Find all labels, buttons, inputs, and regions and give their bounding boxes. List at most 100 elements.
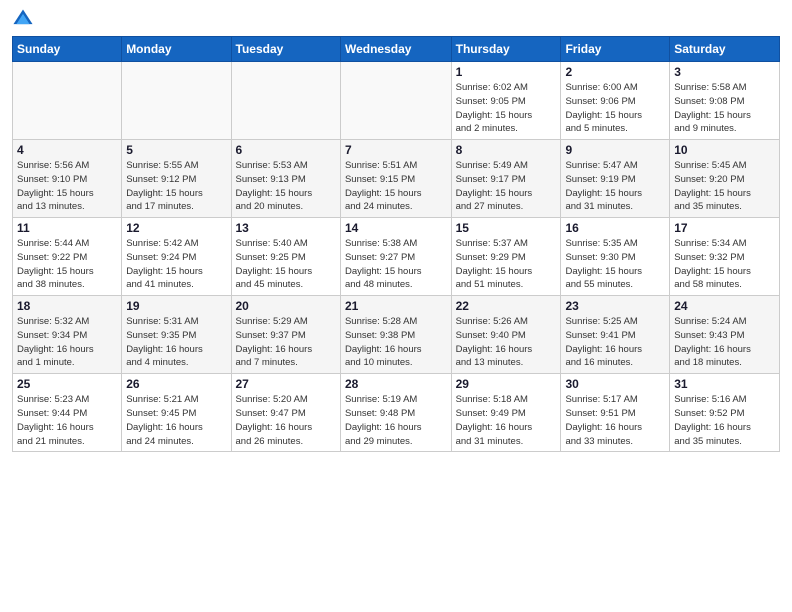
calendar-cell (340, 62, 451, 140)
page-container: SundayMondayTuesdayWednesdayThursdayFrid… (0, 0, 792, 464)
day-info: Sunrise: 5:35 AM Sunset: 9:30 PM Dayligh… (565, 237, 665, 292)
weekday-header: Saturday (670, 37, 780, 62)
calendar-cell: 11 Sunrise: 5:44 AM Sunset: 9:22 PM Dayli… (13, 218, 122, 296)
day-number: 14 (345, 221, 447, 235)
day-number: 11 (17, 221, 117, 235)
day-number: 13 (236, 221, 336, 235)
day-info: Sunrise: 5:34 AM Sunset: 9:32 PM Dayligh… (674, 237, 775, 292)
day-number: 5 (126, 143, 226, 157)
day-info: Sunrise: 6:02 AM Sunset: 9:05 PM Dayligh… (456, 81, 557, 136)
calendar-week-row: 18 Sunrise: 5:32 AM Sunset: 9:34 PM Dayli… (13, 296, 780, 374)
calendar-cell: 12Sunrise: 5:42 AM Sunset: 9:24 PM Dayli… (122, 218, 231, 296)
calendar-cell: 7 Sunrise: 5:51 AM Sunset: 9:15 PM Daylig… (340, 140, 451, 218)
weekday-header: Sunday (13, 37, 122, 62)
day-info: Sunrise: 5:58 AM Sunset: 9:08 PM Dayligh… (674, 81, 775, 136)
day-info: Sunrise: 5:26 AM Sunset: 9:40 PM Dayligh… (456, 315, 557, 370)
calendar-cell: 1 Sunrise: 6:02 AM Sunset: 9:05 PM Daylig… (451, 62, 561, 140)
day-info: Sunrise: 5:29 AM Sunset: 9:37 PM Dayligh… (236, 315, 336, 370)
calendar-cell (231, 62, 340, 140)
day-number: 9 (565, 143, 665, 157)
calendar-week-row: 1 Sunrise: 6:02 AM Sunset: 9:05 PM Daylig… (13, 62, 780, 140)
day-info: Sunrise: 5:45 AM Sunset: 9:20 PM Dayligh… (674, 159, 775, 214)
day-info: Sunrise: 5:18 AM Sunset: 9:49 PM Dayligh… (456, 393, 557, 448)
day-number: 15 (456, 221, 557, 235)
calendar-cell: 19 Sunrise: 5:31 AM Sunset: 9:35 PM Dayli… (122, 296, 231, 374)
day-info: Sunrise: 5:21 AM Sunset: 9:45 PM Dayligh… (126, 393, 226, 448)
weekday-header-row: SundayMondayTuesdayWednesdayThursdayFrid… (13, 37, 780, 62)
day-number: 26 (126, 377, 226, 391)
day-number: 6 (236, 143, 336, 157)
day-number: 29 (456, 377, 557, 391)
calendar-cell: 26 Sunrise: 5:21 AM Sunset: 9:45 PM Dayli… (122, 374, 231, 452)
day-number: 16 (565, 221, 665, 235)
day-number: 7 (345, 143, 447, 157)
day-number: 4 (17, 143, 117, 157)
calendar-week-row: 11 Sunrise: 5:44 AM Sunset: 9:22 PM Dayli… (13, 218, 780, 296)
calendar-cell: 15Sunrise: 5:37 AM Sunset: 9:29 PM Dayli… (451, 218, 561, 296)
day-info: Sunrise: 5:19 AM Sunset: 9:48 PM Dayligh… (345, 393, 447, 448)
weekday-header: Tuesday (231, 37, 340, 62)
day-info: Sunrise: 5:49 AM Sunset: 9:17 PM Dayligh… (456, 159, 557, 214)
day-number: 22 (456, 299, 557, 313)
logo (12, 10, 36, 30)
day-number: 23 (565, 299, 665, 313)
day-info: Sunrise: 5:16 AM Sunset: 9:52 PM Dayligh… (674, 393, 775, 448)
calendar-cell: 17 Sunrise: 5:34 AM Sunset: 9:32 PM Dayli… (670, 218, 780, 296)
calendar-cell (122, 62, 231, 140)
day-info: Sunrise: 5:53 AM Sunset: 9:13 PM Dayligh… (236, 159, 336, 214)
calendar-cell: 9 Sunrise: 5:47 AM Sunset: 9:19 PM Daylig… (561, 140, 670, 218)
weekday-header: Friday (561, 37, 670, 62)
calendar-cell: 21 Sunrise: 5:28 AM Sunset: 9:38 PM Dayli… (340, 296, 451, 374)
day-number: 1 (456, 65, 557, 79)
day-info: Sunrise: 5:31 AM Sunset: 9:35 PM Dayligh… (126, 315, 226, 370)
day-info: Sunrise: 5:28 AM Sunset: 9:38 PM Dayligh… (345, 315, 447, 370)
day-number: 24 (674, 299, 775, 313)
day-info: Sunrise: 5:55 AM Sunset: 9:12 PM Dayligh… (126, 159, 226, 214)
day-number: 27 (236, 377, 336, 391)
day-number: 10 (674, 143, 775, 157)
calendar-cell: 10 Sunrise: 5:45 AM Sunset: 9:20 PM Dayli… (670, 140, 780, 218)
day-number: 3 (674, 65, 775, 79)
calendar-cell: 20 Sunrise: 5:29 AM Sunset: 9:37 PM Dayli… (231, 296, 340, 374)
calendar-cell: 14Sunrise: 5:38 AM Sunset: 9:27 PM Dayli… (340, 218, 451, 296)
calendar-cell (13, 62, 122, 140)
calendar-table: SundayMondayTuesdayWednesdayThursdayFrid… (12, 36, 780, 452)
day-info: Sunrise: 5:51 AM Sunset: 9:15 PM Dayligh… (345, 159, 447, 214)
calendar-cell: 5 Sunrise: 5:55 AM Sunset: 9:12 PM Daylig… (122, 140, 231, 218)
calendar-cell: 23Sunrise: 5:25 AM Sunset: 9:41 PM Dayli… (561, 296, 670, 374)
day-number: 21 (345, 299, 447, 313)
day-info: Sunrise: 5:47 AM Sunset: 9:19 PM Dayligh… (565, 159, 665, 214)
day-info: Sunrise: 6:00 AM Sunset: 9:06 PM Dayligh… (565, 81, 665, 136)
day-number: 8 (456, 143, 557, 157)
calendar-cell: 28Sunrise: 5:19 AM Sunset: 9:48 PM Dayli… (340, 374, 451, 452)
weekday-header: Wednesday (340, 37, 451, 62)
day-info: Sunrise: 5:44 AM Sunset: 9:22 PM Dayligh… (17, 237, 117, 292)
calendar-cell: 25Sunrise: 5:23 AM Sunset: 9:44 PM Dayli… (13, 374, 122, 452)
calendar-cell: 3 Sunrise: 5:58 AM Sunset: 9:08 PM Daylig… (670, 62, 780, 140)
calendar-cell: 2 Sunrise: 6:00 AM Sunset: 9:06 PM Daylig… (561, 62, 670, 140)
calendar-cell: 8 Sunrise: 5:49 AM Sunset: 9:17 PM Daylig… (451, 140, 561, 218)
calendar-cell: 22 Sunrise: 5:26 AM Sunset: 9:40 PM Dayli… (451, 296, 561, 374)
day-number: 30 (565, 377, 665, 391)
day-number: 12 (126, 221, 226, 235)
calendar-cell: 6 Sunrise: 5:53 AM Sunset: 9:13 PM Daylig… (231, 140, 340, 218)
day-info: Sunrise: 5:40 AM Sunset: 9:25 PM Dayligh… (236, 237, 336, 292)
logo-icon (12, 8, 34, 30)
day-info: Sunrise: 5:32 AM Sunset: 9:34 PM Dayligh… (17, 315, 117, 370)
calendar-cell: 24Sunrise: 5:24 AM Sunset: 9:43 PM Dayli… (670, 296, 780, 374)
calendar-cell: 29 Sunrise: 5:18 AM Sunset: 9:49 PM Dayli… (451, 374, 561, 452)
day-number: 2 (565, 65, 665, 79)
calendar-cell: 30Sunrise: 5:17 AM Sunset: 9:51 PM Dayli… (561, 374, 670, 452)
day-number: 19 (126, 299, 226, 313)
day-number: 17 (674, 221, 775, 235)
calendar-cell: 18 Sunrise: 5:32 AM Sunset: 9:34 PM Dayli… (13, 296, 122, 374)
day-number: 31 (674, 377, 775, 391)
day-info: Sunrise: 5:56 AM Sunset: 9:10 PM Dayligh… (17, 159, 117, 214)
calendar-cell: 31 Sunrise: 5:16 AM Sunset: 9:52 PM Dayli… (670, 374, 780, 452)
header (12, 10, 780, 30)
day-number: 18 (17, 299, 117, 313)
weekday-header: Monday (122, 37, 231, 62)
day-number: 25 (17, 377, 117, 391)
day-number: 20 (236, 299, 336, 313)
calendar-cell: 27Sunrise: 5:20 AM Sunset: 9:47 PM Dayli… (231, 374, 340, 452)
